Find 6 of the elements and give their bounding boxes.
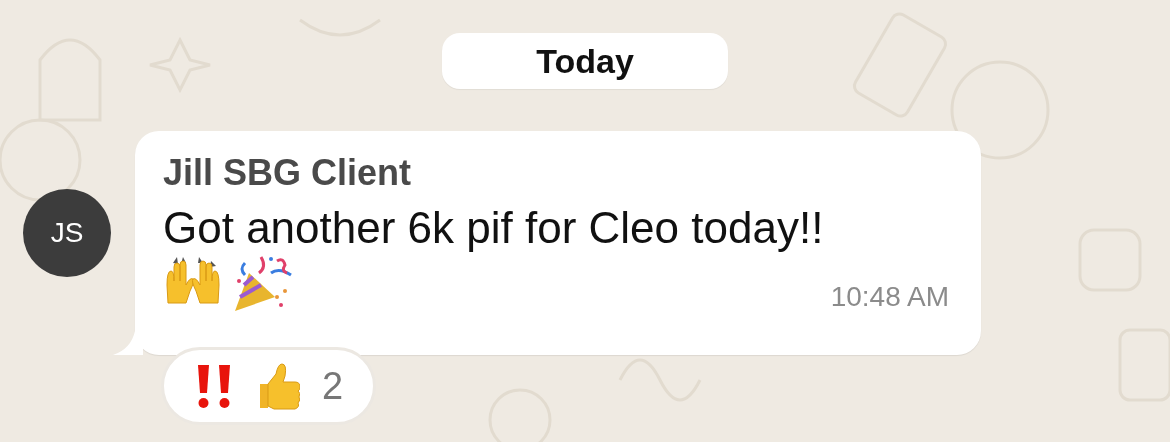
message-time: 10:48 AM <box>830 281 949 313</box>
message-text: Got another 6k pif for Cleo today!! <box>163 202 825 254</box>
sender-name[interactable]: Jill SBG Client <box>163 151 949 195</box>
reaction-count: 2 <box>322 363 344 409</box>
avatar[interactable]: JS <box>23 189 111 277</box>
date-divider: Today <box>442 33 728 89</box>
